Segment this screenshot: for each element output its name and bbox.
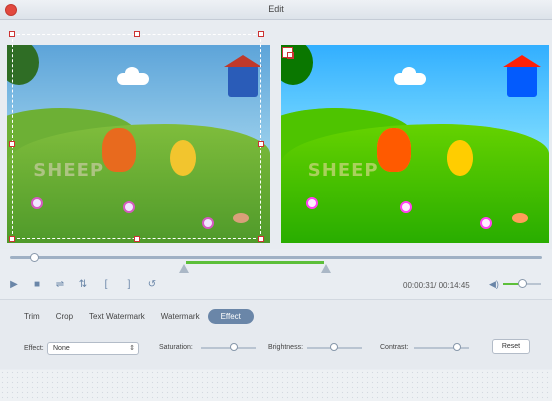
watermark-position-icon[interactable] xyxy=(282,47,294,59)
crop-frame[interactable] xyxy=(12,34,261,239)
saturation-slider[interactable] xyxy=(201,347,256,349)
video-frame-output: SHEEP xyxy=(281,45,549,243)
trim-end-handle[interactable] xyxy=(321,264,331,273)
flip-vertical-icon[interactable]: ⇅ xyxy=(77,278,89,292)
mark-in-icon[interactable]: [ xyxy=(100,278,112,292)
undo-icon[interactable]: ↺ xyxy=(146,278,158,292)
mark-out-icon[interactable]: ] xyxy=(123,278,135,292)
crop-handle-left[interactable] xyxy=(9,141,15,147)
footer-area xyxy=(0,370,552,401)
crop-handle-top-right[interactable] xyxy=(258,31,264,37)
crop-handle-right[interactable] xyxy=(258,141,264,147)
brightness-label: Brightness: xyxy=(268,344,304,351)
timeline-track[interactable] xyxy=(10,256,542,259)
effect-label: Effect: xyxy=(24,345,44,352)
crop-handle-top[interactable] xyxy=(134,31,140,37)
crop-handle-top-left[interactable] xyxy=(9,31,15,37)
scene-text: SHEEP xyxy=(307,159,379,181)
crop-handle-bottom-right[interactable] xyxy=(258,236,264,242)
edit-tabs: Trim Crop Text Watermark Watermark Effec… xyxy=(16,309,254,324)
trim-range-bar xyxy=(186,261,324,264)
tab-crop[interactable]: Crop xyxy=(48,309,81,324)
saturation-knob[interactable] xyxy=(230,343,238,351)
tab-trim[interactable]: Trim xyxy=(16,309,48,324)
output-preview: SHEEP xyxy=(281,45,549,243)
tab-effect[interactable]: Effect xyxy=(207,309,254,324)
contrast-label: Contrast: xyxy=(380,344,409,351)
crop-handle-bottom-left[interactable] xyxy=(9,236,15,242)
playback-controls: ▶ ■ ⇌ ⇅ [ ] ↺ xyxy=(8,278,158,292)
volume-icon[interactable]: ◀) xyxy=(489,279,499,290)
title-bar: Edit xyxy=(0,0,552,20)
brightness-knob[interactable] xyxy=(330,343,338,351)
flip-horizontal-icon[interactable]: ⇌ xyxy=(54,278,66,292)
time-display: 00:00:31/ 00:14:45 xyxy=(403,281,470,290)
volume-knob[interactable] xyxy=(518,279,527,288)
stop-icon[interactable]: ■ xyxy=(31,278,43,292)
tab-text-watermark[interactable]: Text Watermark xyxy=(81,309,153,324)
tab-watermark[interactable]: Watermark xyxy=(153,309,208,324)
play-icon[interactable]: ▶ xyxy=(8,278,20,292)
trim-start-handle[interactable] xyxy=(179,264,189,273)
reset-button[interactable]: Reset xyxy=(492,339,530,354)
effect-select[interactable]: None ⇕ xyxy=(47,342,139,355)
crop-handle-bottom[interactable] xyxy=(134,236,140,242)
playhead-handle[interactable] xyxy=(30,253,39,262)
window-title: Edit xyxy=(268,4,284,14)
effect-select-value: None xyxy=(53,345,70,352)
chevron-updown-icon: ⇕ xyxy=(129,345,135,352)
contrast-knob[interactable] xyxy=(453,343,461,351)
saturation-label: Saturation: xyxy=(159,344,193,351)
